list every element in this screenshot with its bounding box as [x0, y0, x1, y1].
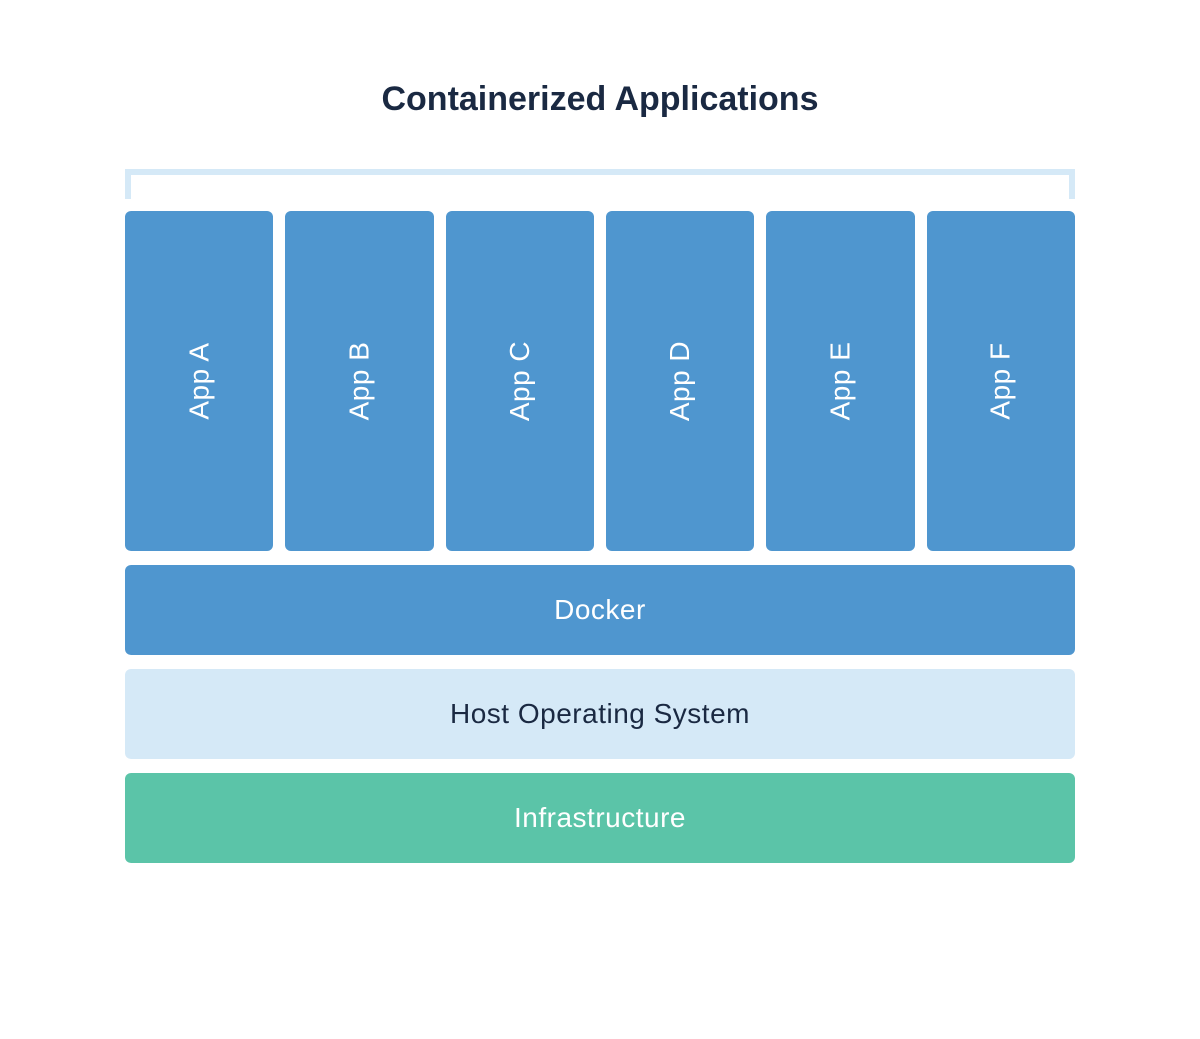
app-label: App A [183, 342, 215, 419]
app-box-e: App E [766, 211, 914, 551]
layer-host: Host Operating System [125, 669, 1075, 759]
apps-row: App A App B App C App D App E App F [125, 211, 1075, 551]
app-box-d: App D [606, 211, 754, 551]
app-box-c: App C [446, 211, 594, 551]
app-label: App C [504, 341, 536, 421]
layer-docker: Docker [125, 565, 1075, 655]
app-label: App B [343, 342, 375, 421]
apps-bracket [125, 169, 1075, 199]
app-label: App D [664, 341, 696, 421]
diagram-container: App A App B App C App D App E App F Dock… [125, 169, 1075, 863]
diagram-title: Containerized Applications [381, 80, 818, 119]
app-label: App F [985, 342, 1017, 419]
app-box-b: App B [285, 211, 433, 551]
app-box-f: App F [927, 211, 1075, 551]
app-box-a: App A [125, 211, 273, 551]
app-label: App E [824, 342, 856, 421]
layer-infrastructure: Infrastructure [125, 773, 1075, 863]
